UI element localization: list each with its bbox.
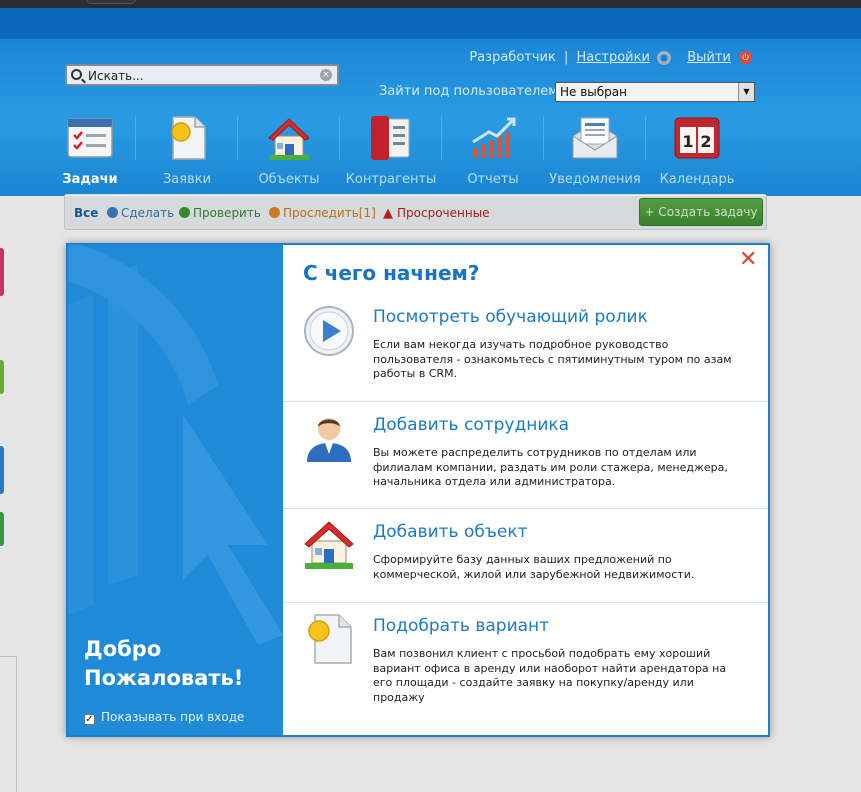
show-on-login-label: Показывать при входе: [101, 710, 245, 724]
nav-requests[interactable]: Заявки: [137, 110, 237, 187]
power-icon[interactable]: ⏻: [739, 51, 752, 64]
nav-label: Заявки: [162, 172, 212, 187]
welcome-line-1: Добро: [84, 637, 162, 661]
employee-avatar-icon: [303, 412, 355, 464]
house-icon: [265, 114, 313, 162]
nav-label: Уведомления: [549, 172, 641, 187]
option-title[interactable]: Посмотреть обучающий ролик: [373, 307, 648, 327]
show-on-login-checkbox[interactable]: ✓: [84, 714, 95, 725]
show-on-login-option[interactable]: ✓ Показывать при входе: [84, 710, 244, 725]
top-bar: [0, 0, 861, 8]
nav-separator: [339, 116, 340, 160]
search-icon: [71, 69, 82, 80]
nav-tasks[interactable]: Задачи: [40, 110, 140, 187]
logout-link[interactable]: Выйти: [687, 50, 731, 65]
chart-icon: [469, 114, 517, 162]
search-input[interactable]: [88, 67, 318, 84]
nav-calendar[interactable]: 1 2 Календарь: [647, 110, 747, 187]
option-find-variant[interactable]: Подобрать вариант Вам позвонил клиент с …: [283, 603, 768, 735]
nav-separator: [441, 116, 442, 160]
gear-icon[interactable]: [657, 50, 672, 65]
option-description: Сформируйте базу данных ваших предложени…: [373, 553, 695, 581]
nav-label: Отчеты: [467, 172, 519, 187]
document-sun-icon: [303, 613, 355, 665]
option-title[interactable]: Подобрать вариант: [373, 616, 549, 636]
nav-notifications[interactable]: Уведомления: [545, 110, 645, 187]
welcome-line-2: Пожаловать!: [84, 666, 244, 690]
play-icon: [303, 305, 355, 357]
nav-contractors[interactable]: Контрагенты: [341, 110, 441, 187]
house-icon: [303, 519, 355, 571]
nav-label: Объекты: [258, 172, 320, 187]
developer-label: Разработчик: [469, 50, 556, 65]
welcome-modal: Добро Пожаловать! ✓ Показывать при входе …: [66, 243, 770, 737]
modal-content: С чего начнем? ✕ Посмотреть обучающий ро…: [283, 245, 768, 735]
svg-text:1: 1: [682, 132, 693, 151]
close-icon[interactable]: ✕: [739, 249, 757, 271]
nav-label: Календарь: [659, 172, 735, 187]
login-as-select[interactable]: Не выбран ▼: [555, 82, 755, 102]
contacts-book-icon: [367, 114, 415, 162]
nav-separator: [645, 116, 646, 160]
calendar-icon: 1 2: [673, 114, 721, 162]
option-description: Если вам некогда изучать подробное руков…: [373, 338, 732, 380]
option-add-object[interactable]: Добавить объект Сформируйте базу данных …: [283, 509, 768, 603]
nav-separator: [543, 116, 544, 160]
nav-label: Контрагенты: [345, 172, 437, 187]
nav-objects[interactable]: Объекты: [239, 110, 339, 187]
modal-title: С чего начнем?: [303, 261, 480, 285]
dropdown-arrow-icon[interactable]: ▼: [738, 83, 754, 101]
svg-text:2: 2: [700, 132, 711, 151]
nav-separator: [135, 116, 136, 160]
top-links: Разработчик | Настройки Выйти ⏻: [469, 50, 752, 65]
top-bar-tab[interactable]: [86, 0, 136, 4]
option-description: Вам позвонил клиент с просьбой подобрать…: [373, 647, 727, 704]
option-description: Вы можете распределить сотрудников по от…: [373, 446, 728, 488]
welcome-heading: Добро Пожаловать!: [84, 635, 243, 693]
option-title[interactable]: Добавить сотрудника: [373, 415, 569, 435]
tasks-icon: [66, 114, 114, 162]
envelope-icon: [571, 114, 619, 162]
option-title[interactable]: Добавить объект: [373, 522, 528, 542]
header-band: [0, 8, 861, 39]
nav-separator: [237, 116, 238, 160]
option-watch-video[interactable]: Посмотреть обучающий ролик Если вам неко…: [283, 293, 768, 402]
main-nav: Задачи Заявки Объекты Контрагенты Отчеты…: [0, 110, 861, 190]
login-as-value: Не выбран: [560, 85, 627, 99]
settings-link[interactable]: Настройки: [577, 50, 650, 65]
nav-reports[interactable]: Отчеты: [443, 110, 543, 187]
login-as-label: Зайти под пользователем:: [379, 84, 563, 99]
welcome-panel: Добро Пожаловать! ✓ Показывать при входе: [68, 245, 283, 735]
requests-icon: [163, 114, 211, 162]
links-separator: |: [563, 50, 569, 65]
nav-label: Задачи: [62, 172, 118, 187]
search-box[interactable]: ×: [65, 64, 339, 86]
option-add-employee[interactable]: Добавить сотрудника Вы можете распредели…: [283, 402, 768, 509]
clear-search-icon[interactable]: ×: [320, 69, 332, 81]
